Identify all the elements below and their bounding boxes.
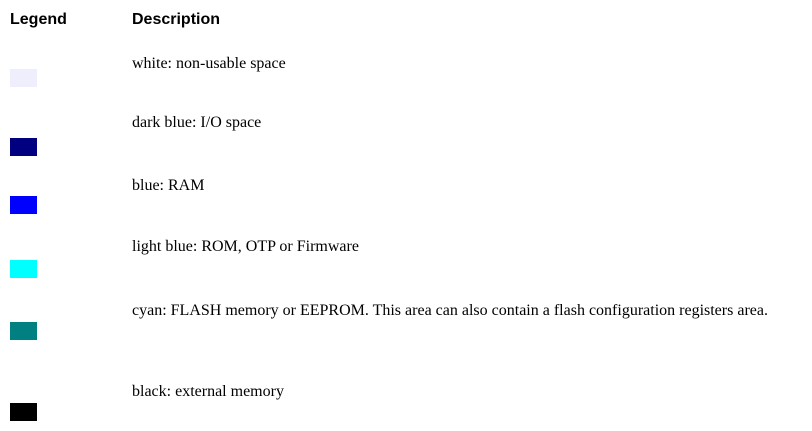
memory-legend-table: Legend Description white: non-usable spa… <box>0 0 812 431</box>
legend-description-dark-blue: dark blue: I/O space <box>132 114 262 131</box>
legend-column-header: Legend <box>10 11 67 28</box>
legend-header-row: Legend Description <box>0 8 812 32</box>
legend-swatch-black <box>10 403 37 421</box>
legend-description-black: black: external memory <box>132 383 284 400</box>
description-column-header: Description <box>132 11 221 28</box>
legend-description-cyan: cyan: FLASH memory or EEPROM. This area … <box>132 302 768 319</box>
legend-swatch-white <box>10 69 37 87</box>
legend-description-white: white: non-usable space <box>132 55 286 72</box>
legend-swatch-cyan <box>10 322 37 340</box>
legend-swatch-light-blue <box>10 260 37 278</box>
legend-swatch-blue <box>10 196 37 214</box>
legend-description-light-blue: light blue: ROM, OTP or Firmware <box>132 238 359 255</box>
legend-description-blue: blue: RAM <box>132 177 205 194</box>
legend-swatch-dark-blue <box>10 138 37 156</box>
